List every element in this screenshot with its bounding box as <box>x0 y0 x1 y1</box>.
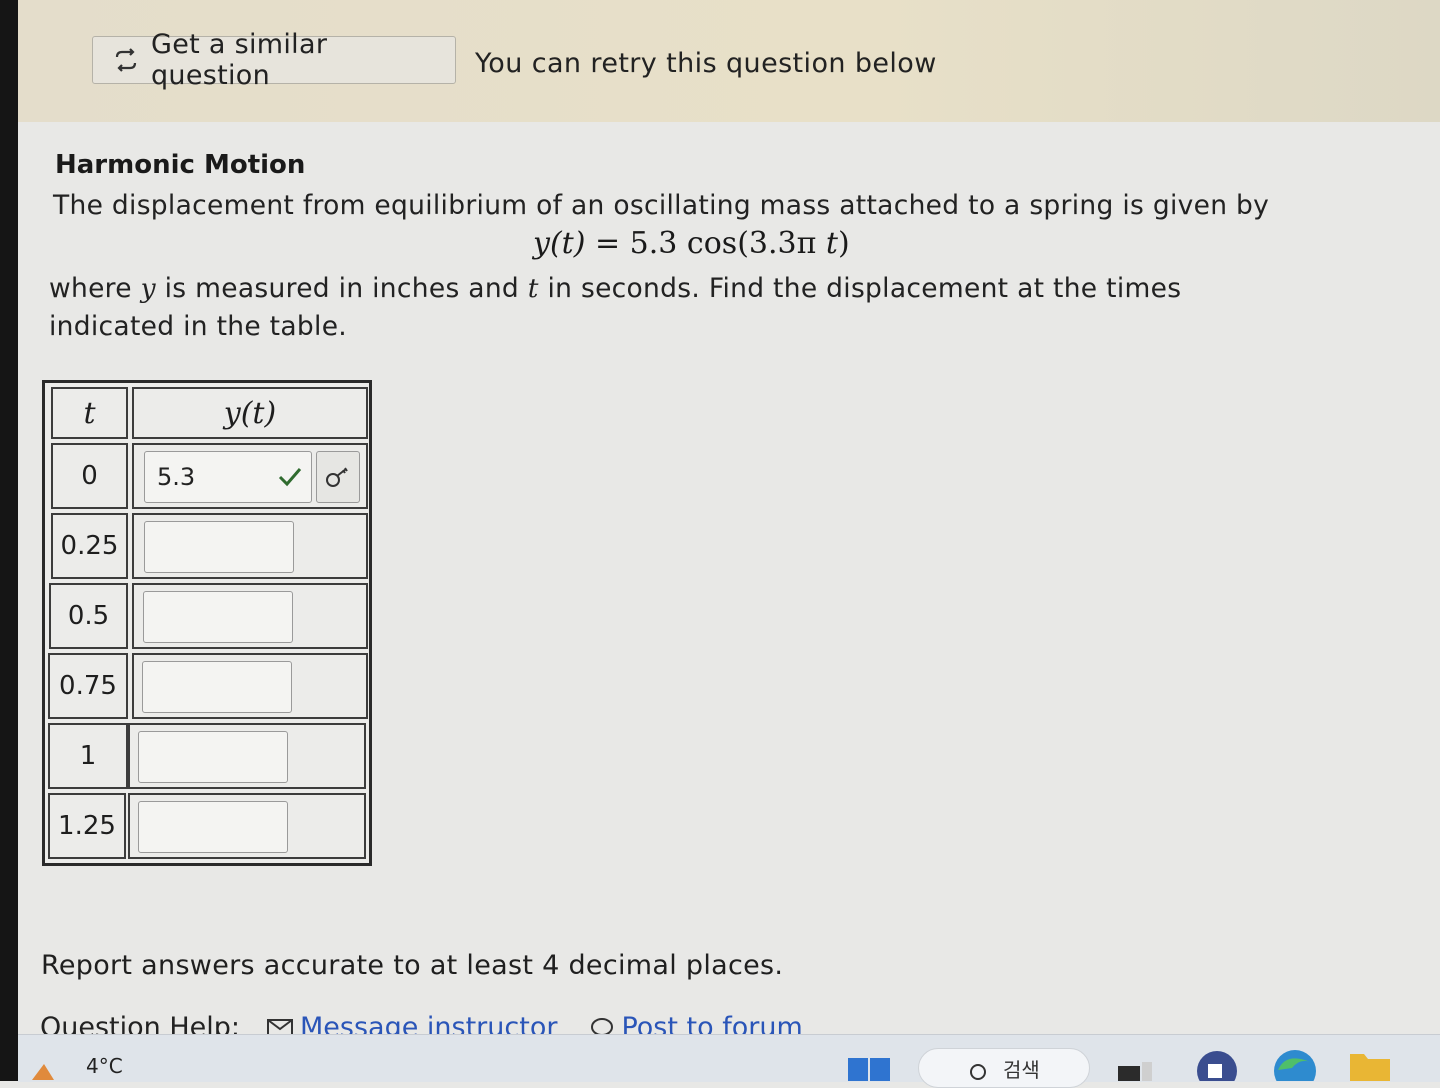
screen-bezel <box>0 0 18 1081</box>
answer-input[interactable]: 5.3 <box>144 451 312 503</box>
question-title: Harmonic Motion <box>55 150 306 180</box>
where-prefix: where <box>49 273 132 304</box>
formula-var: t <box>825 226 838 261</box>
header-t: t <box>51 387 128 439</box>
formula-coef: 5.3 <box>629 226 678 261</box>
formula-equals: = <box>594 226 630 261</box>
app-icon[interactable] <box>1196 1050 1238 1081</box>
where-mid: is measured in inches and <box>164 273 520 304</box>
answer-input[interactable] <box>143 591 293 643</box>
answer-cell <box>132 653 368 719</box>
answer-cell: 5.3 <box>132 443 368 509</box>
search-label: 검색 <box>1003 1057 1040 1082</box>
answer-cell <box>128 793 366 859</box>
similar-question-label: Get a similar question <box>150 29 328 91</box>
edge-icon[interactable] <box>1272 1048 1318 1081</box>
question-intro: The displacement from equilibrium of an … <box>53 190 1270 221</box>
answer-input[interactable] <box>142 661 292 713</box>
folder-icon[interactable] <box>1348 1046 1392 1081</box>
retry-note: You can retry this question below <box>475 48 937 79</box>
key-icon <box>326 467 348 487</box>
t-value-cell: 0.5 <box>49 583 128 649</box>
displacement-formula: y(t) = 5.3 cos(3.3π t) <box>533 226 850 261</box>
t-value-cell: 1.25 <box>48 793 126 859</box>
answer-cell <box>128 723 366 789</box>
answer-input[interactable] <box>144 521 294 573</box>
t-value-cell: 0.75 <box>48 653 128 719</box>
formula-lhs: y(t) <box>533 226 586 261</box>
refresh-icon <box>115 48 137 72</box>
formula-arg: 3.3π <box>748 226 817 261</box>
windows-icon[interactable] <box>848 1058 890 1081</box>
similar-question-button[interactable]: Get a similar question <box>92 29 456 91</box>
displacement-table: t y(t) 0 5.3 0.25 0.5 0.75 1 1.25 <box>42 380 372 866</box>
var-y: y <box>140 273 156 304</box>
check-icon <box>278 468 302 487</box>
header-y: y(t) <box>132 387 368 439</box>
taskbar-search[interactable]: 검색 <box>918 1048 1090 1088</box>
var-t: t <box>527 273 539 304</box>
answer-value: 5.3 <box>157 463 196 491</box>
question-where: where y is measured in inches and t in s… <box>49 270 1309 346</box>
weather-icon[interactable] <box>30 1058 66 1081</box>
t-value-cell: 0.25 <box>51 513 128 579</box>
weather-temperature: 4°C <box>86 1054 123 1078</box>
answer-cell <box>132 583 368 649</box>
formula-func: cos <box>686 226 738 261</box>
report-note: Report answers accurate to at least 4 de… <box>41 950 784 981</box>
taskview-icon[interactable] <box>1118 1062 1152 1081</box>
show-answer-button[interactable] <box>316 451 360 503</box>
t-value-cell: 0 <box>51 443 128 509</box>
search-icon <box>970 1064 986 1080</box>
answer-input[interactable] <box>138 801 288 853</box>
answer-input[interactable] <box>138 731 288 783</box>
t-value-cell: 1 <box>48 723 128 789</box>
answer-cell <box>132 513 368 579</box>
